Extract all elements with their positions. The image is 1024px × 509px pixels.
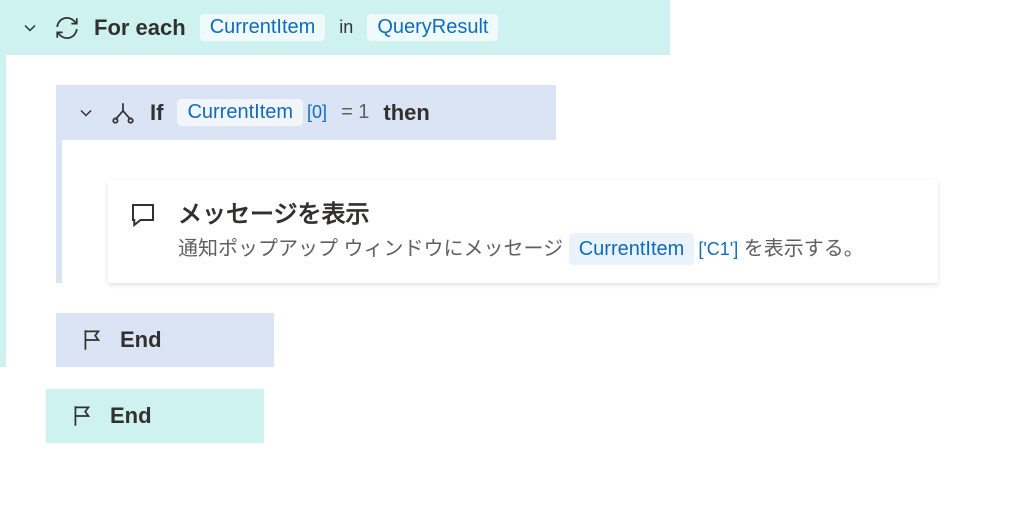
foreach-end-label: End — [110, 403, 152, 429]
if-body: メッセージを表示 通知ポップアップ ウィンドウにメッセージ CurrentIte… — [56, 140, 1024, 283]
foreach-in: in — [339, 17, 353, 38]
if-cond-index: [0] — [303, 102, 327, 122]
action-description: 通知ポップアップ ウィンドウにメッセージ CurrentItem['C1'] を… — [178, 233, 864, 265]
chevron-down-icon[interactable] — [20, 18, 40, 38]
if-end[interactable]: End — [56, 313, 274, 367]
loop-icon — [54, 15, 80, 41]
action-title: メッセージを表示 — [178, 194, 864, 229]
foreach-end[interactable]: End — [46, 389, 264, 443]
if-keyword: If — [150, 100, 163, 126]
if-cond-op: = 1 — [341, 101, 369, 124]
action-desc-post: を表示する。 — [738, 238, 864, 260]
foreach-source[interactable]: QueryResult — [367, 14, 498, 41]
branch-icon — [110, 100, 136, 126]
flag-icon — [70, 403, 96, 429]
if-then: then — [383, 100, 429, 126]
action-desc-index: ['C1'] — [694, 239, 738, 259]
message-icon — [128, 194, 158, 230]
action-desc-pre: 通知ポップアップ ウィンドウにメッセージ — [178, 238, 569, 260]
foreach-variable[interactable]: CurrentItem — [200, 14, 326, 41]
if-end-label: End — [120, 327, 162, 353]
foreach-header[interactable]: For each CurrentItem in QueryResult — [0, 0, 670, 55]
if-cond-variable[interactable]: CurrentItem — [177, 99, 303, 126]
flag-icon — [80, 327, 106, 353]
action-text: メッセージを表示 通知ポップアップ ウィンドウにメッセージ CurrentIte… — [178, 194, 864, 265]
foreach-keyword: For each — [94, 15, 186, 41]
action-desc-variable[interactable]: CurrentItem — [569, 233, 695, 265]
chevron-down-icon[interactable] — [76, 103, 96, 123]
if-header[interactable]: If CurrentItem[0] = 1 then — [56, 85, 556, 140]
action-display-message[interactable]: メッセージを表示 通知ポップアップ ウィンドウにメッセージ CurrentIte… — [108, 180, 938, 283]
foreach-body: If CurrentItem[0] = 1 then メッセージを表示 通知ポッ… — [0, 55, 1024, 367]
